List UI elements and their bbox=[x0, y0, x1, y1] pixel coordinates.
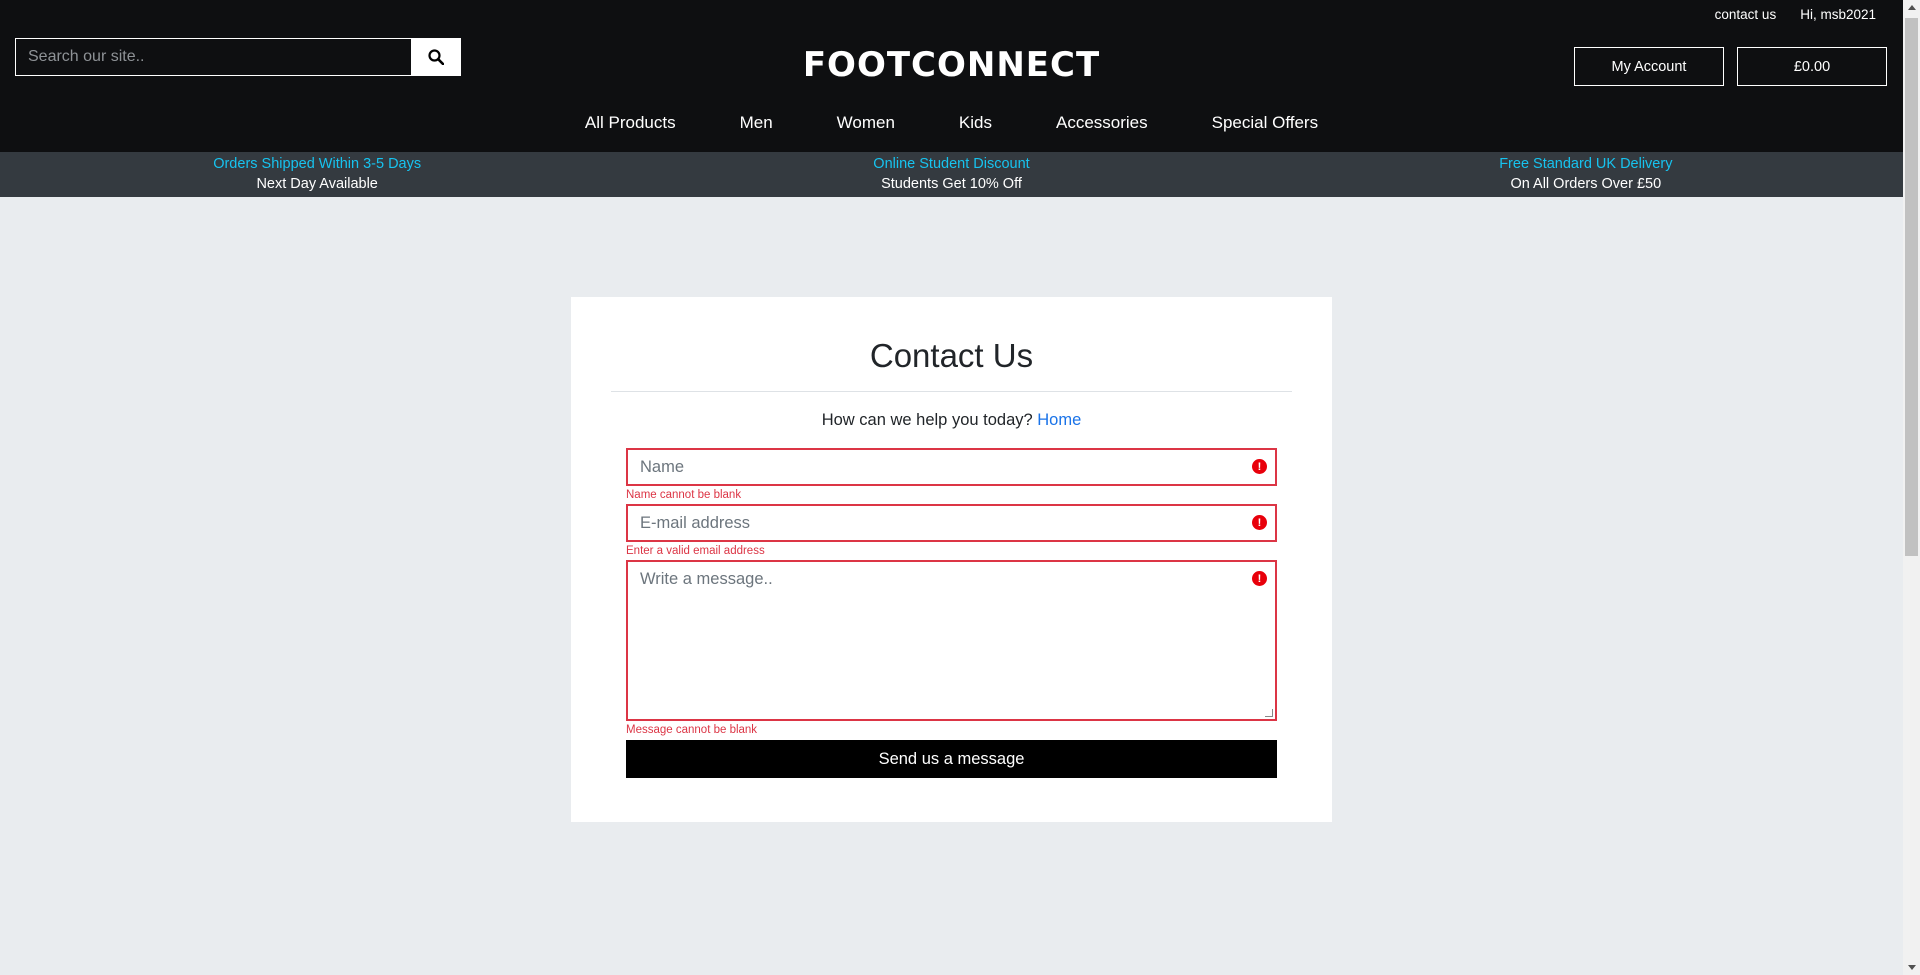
error-icon: ! bbox=[1252, 459, 1267, 474]
nav-men[interactable]: Men bbox=[708, 113, 805, 133]
email-input[interactable] bbox=[628, 506, 1275, 540]
email-error: Enter a valid email address bbox=[626, 545, 765, 557]
scroll-down-icon[interactable] bbox=[1908, 965, 1916, 970]
promo-subtitle: Students Get 10% Off bbox=[881, 176, 1022, 192]
promo-banner: Orders Shipped Within 3-5 Days Next Day … bbox=[0, 152, 1903, 197]
promo-shipping: Orders Shipped Within 3-5 Days Next Day … bbox=[0, 152, 634, 197]
home-link[interactable]: Home bbox=[1037, 411, 1081, 429]
my-account-button[interactable]: My Account bbox=[1574, 47, 1724, 86]
name-field-wrapper: ! bbox=[626, 448, 1277, 486]
contact-card: Contact Us How can we help you today? Ho… bbox=[571, 297, 1332, 822]
nav-special-offers[interactable]: Special Offers bbox=[1180, 113, 1350, 133]
scroll-thumb[interactable] bbox=[1905, 18, 1918, 556]
promo-subtitle: Next Day Available bbox=[256, 176, 378, 192]
promo-title: Free Standard UK Delivery bbox=[1499, 156, 1673, 172]
page-scrollbar[interactable] bbox=[1903, 0, 1920, 975]
promo-title: Online Student Discount bbox=[873, 156, 1030, 172]
promo-subtitle: On All Orders Over £50 bbox=[1510, 176, 1662, 192]
contact-form: ! Name cannot be blank ! Enter a valid e… bbox=[626, 448, 1277, 778]
user-greeting[interactable]: Hi, msb2021 bbox=[1800, 7, 1876, 22]
send-message-button[interactable]: Send us a message bbox=[626, 740, 1277, 778]
top-links: contact us Hi, msb2021 bbox=[1715, 7, 1876, 22]
nav-women[interactable]: Women bbox=[805, 113, 927, 133]
promo-student: Online Student Discount Students Get 10%… bbox=[634, 152, 1268, 197]
contact-us-link[interactable]: contact us bbox=[1715, 7, 1777, 22]
email-field-wrapper: ! bbox=[626, 504, 1277, 542]
page-title: Contact Us bbox=[869, 337, 1034, 374]
nav-all-products[interactable]: All Products bbox=[553, 113, 708, 133]
error-icon: ! bbox=[1252, 515, 1267, 530]
name-input[interactable] bbox=[628, 450, 1275, 484]
contact-subtitle: How can we help you today? Home bbox=[571, 411, 1332, 430]
promo-delivery: Free Standard UK Delivery On All Orders … bbox=[1269, 152, 1903, 197]
subtitle-text: How can we help you today? bbox=[821, 411, 1033, 429]
main-nav: All Products Men Women Kids Accessories … bbox=[0, 113, 1903, 133]
account-buttons: My Account £0.00 bbox=[1574, 47, 1887, 86]
message-field-wrapper: ! bbox=[626, 560, 1277, 721]
message-error: Message cannot be blank bbox=[626, 724, 758, 736]
scroll-up-icon[interactable] bbox=[1908, 5, 1916, 10]
cart-button[interactable]: £0.00 bbox=[1737, 47, 1887, 86]
error-icon: ! bbox=[1252, 571, 1267, 586]
nav-kids[interactable]: Kids bbox=[927, 113, 1024, 133]
title-divider bbox=[611, 391, 1292, 392]
nav-accessories[interactable]: Accessories bbox=[1024, 113, 1180, 133]
promo-title: Orders Shipped Within 3-5 Days bbox=[213, 156, 422, 172]
resize-handle[interactable] bbox=[1265, 709, 1273, 717]
site-header: contact us Hi, msb2021 FOOTCONNECT My Ac… bbox=[0, 0, 1903, 152]
name-error: Name cannot be blank bbox=[626, 489, 742, 501]
message-textarea[interactable] bbox=[628, 562, 1275, 719]
